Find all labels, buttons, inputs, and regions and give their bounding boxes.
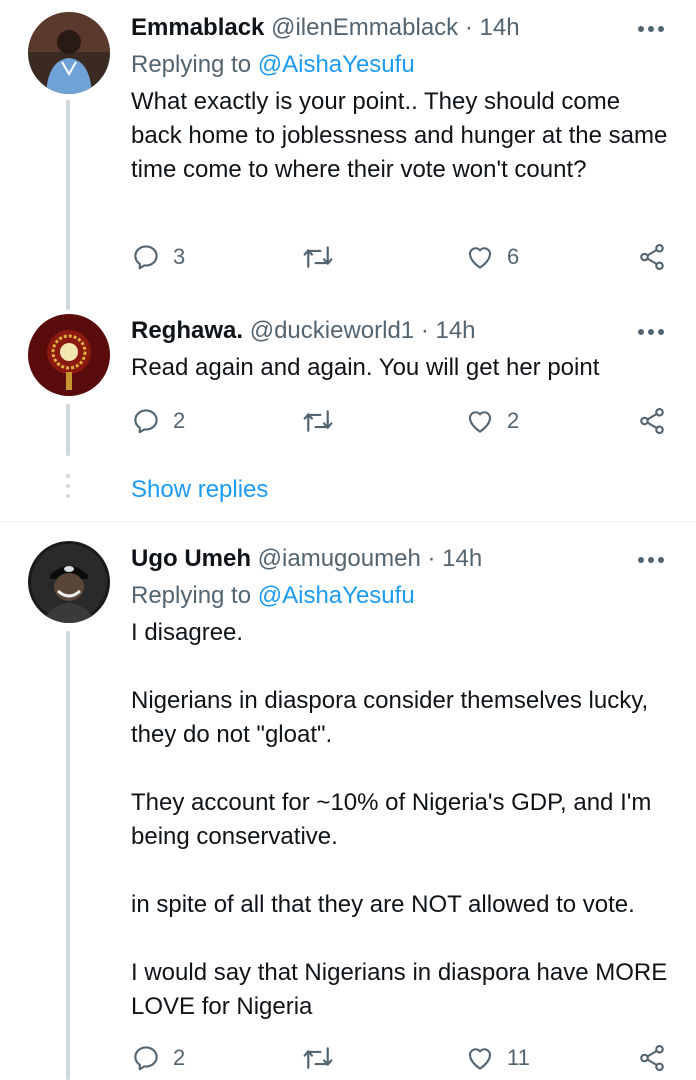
display-name[interactable]: Reghawa. bbox=[131, 317, 243, 344]
share-icon bbox=[640, 243, 664, 271]
tweet-text: What exactly is your point.. They should… bbox=[131, 85, 671, 187]
tweet-header: Reghawa. @duckieworld1 · 14h bbox=[131, 317, 476, 345]
reply-count: 3 bbox=[173, 244, 186, 269]
reply-count: 2 bbox=[173, 1045, 186, 1070]
thread-line bbox=[66, 631, 70, 1080]
share-icon bbox=[640, 407, 664, 435]
retweet-button[interactable] bbox=[301, 1043, 347, 1073]
retweet-icon bbox=[303, 1047, 333, 1069]
tweet-actions: 3 6 bbox=[131, 242, 671, 276]
user-handle[interactable]: @iamugoumeh bbox=[258, 545, 421, 572]
reply-button[interactable]: 2 bbox=[131, 406, 185, 436]
more-icon[interactable] bbox=[638, 328, 664, 336]
replying-to: Replying to @AishaYesufu bbox=[131, 51, 415, 79]
tweet-paragraph: They account for ~10% of Nigeria's GDP, … bbox=[131, 789, 652, 850]
reply-icon bbox=[134, 245, 158, 270]
like-button[interactable]: 2 bbox=[465, 406, 519, 436]
share-button[interactable] bbox=[637, 1043, 667, 1073]
tweet-header: Emmablack @ilenEmmablack · 14h bbox=[131, 14, 520, 42]
separator-dot: · bbox=[427, 545, 436, 572]
thread-line bbox=[66, 100, 70, 310]
show-replies-link[interactable]: Show replies bbox=[131, 476, 268, 504]
like-button[interactable]: 6 bbox=[465, 242, 519, 272]
separator-dot: · bbox=[420, 317, 429, 344]
replying-to: Replying to @AishaYesufu bbox=[131, 582, 415, 610]
replying-prefix: Replying to bbox=[131, 51, 258, 78]
reply-button[interactable]: 2 bbox=[131, 1043, 185, 1073]
share-button[interactable] bbox=[637, 242, 667, 272]
display-name[interactable]: Emmablack bbox=[131, 14, 264, 41]
tweet-paragraph: I would say that Nigerians in diaspora h… bbox=[131, 959, 668, 1020]
timestamp[interactable]: 14h bbox=[480, 14, 520, 41]
reply-count: 2 bbox=[173, 408, 186, 433]
tweet-actions: 2 11 bbox=[131, 1043, 671, 1077]
more-icon[interactable] bbox=[638, 25, 664, 33]
like-icon bbox=[468, 247, 492, 269]
like-count: 11 bbox=[507, 1045, 530, 1070]
tweet-text: I disagree. Nigerians in diaspora consid… bbox=[131, 616, 671, 1024]
thread-dots bbox=[66, 474, 70, 504]
share-icon bbox=[640, 1044, 664, 1072]
tweet-actions: 2 2 bbox=[131, 406, 671, 440]
like-count: 2 bbox=[507, 408, 520, 433]
replying-prefix: Replying to bbox=[131, 582, 258, 609]
tweet-paragraph: Read again and again. You will get her p… bbox=[131, 354, 600, 381]
share-button[interactable] bbox=[637, 406, 667, 436]
retweet-button[interactable] bbox=[301, 406, 347, 436]
separator-dot: · bbox=[464, 14, 473, 41]
retweet-icon bbox=[303, 246, 333, 268]
reply-icon bbox=[134, 409, 158, 434]
display-name[interactable]: Ugo Umeh bbox=[131, 545, 251, 572]
avatar[interactable] bbox=[28, 541, 110, 623]
avatar-photo bbox=[28, 541, 110, 623]
more-icon[interactable] bbox=[638, 556, 664, 564]
like-icon bbox=[468, 1048, 492, 1070]
user-handle[interactable]: @duckieworld1 bbox=[250, 317, 414, 344]
tweet-text: Read again and again. You will get her p… bbox=[131, 351, 671, 385]
thread-line bbox=[66, 404, 70, 456]
mention-link[interactable]: @AishaYesufu bbox=[258, 582, 415, 609]
timestamp[interactable]: 14h bbox=[435, 317, 475, 344]
like-count: 6 bbox=[507, 244, 520, 269]
tweet-paragraph: What exactly is your point.. They should… bbox=[131, 88, 668, 183]
like-icon bbox=[468, 411, 492, 433]
retweet-button[interactable] bbox=[301, 242, 347, 272]
like-button[interactable]: 11 bbox=[465, 1043, 530, 1073]
retweet-icon bbox=[303, 410, 333, 432]
user-handle[interactable]: @ilenEmmablack bbox=[271, 14, 458, 41]
tweet-paragraph: in spite of all that they are NOT allowe… bbox=[131, 891, 635, 918]
timestamp[interactable]: 14h bbox=[442, 545, 482, 572]
divider bbox=[0, 521, 696, 522]
tweet-header: Ugo Umeh @iamugoumeh · 14h bbox=[131, 545, 482, 573]
mention-link[interactable]: @AishaYesufu bbox=[258, 51, 415, 78]
avatar-photo bbox=[28, 314, 110, 396]
avatar-photo bbox=[28, 12, 110, 94]
avatar[interactable] bbox=[28, 12, 110, 94]
tweet-paragraph: I disagree. bbox=[131, 619, 244, 646]
avatar[interactable] bbox=[28, 314, 110, 396]
tweet-paragraph: Nigerians in diaspora consider themselve… bbox=[131, 687, 649, 748]
reply-icon bbox=[134, 1046, 158, 1071]
reply-button[interactable]: 3 bbox=[131, 242, 185, 272]
